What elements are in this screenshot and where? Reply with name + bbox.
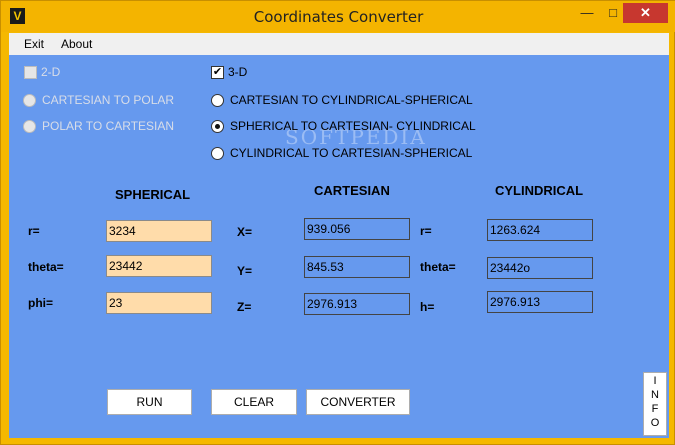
radio-label: CYLINDRICAL TO CARTESIAN-SPHERICAL xyxy=(230,146,473,160)
radio-icon xyxy=(23,119,36,133)
clear-button[interactable]: CLEAR xyxy=(211,389,297,415)
cartesian-y-output: 845.53 xyxy=(304,256,410,278)
spherical-phi-label: phi= xyxy=(28,296,54,310)
info-button[interactable]: I N F O xyxy=(643,372,667,436)
radio-spherical-to-cart-cyl[interactable]: SPHERICAL TO CARTESIAN- CYLINDRICAL xyxy=(211,119,476,133)
minimize-button[interactable]: — xyxy=(574,3,600,23)
radio-icon xyxy=(211,146,224,160)
menu-about[interactable]: About xyxy=(61,37,92,51)
spherical-theta-input[interactable] xyxy=(106,255,212,277)
cylindrical-heading: CYLINDRICAL xyxy=(495,183,584,198)
radio-label: POLAR TO CARTESIAN xyxy=(42,119,175,133)
converter-button[interactable]: CONVERTER xyxy=(306,389,410,415)
radio-cylindrical-to-cart-sph[interactable]: CYLINDRICAL TO CARTESIAN-SPHERICAL xyxy=(211,146,472,160)
spherical-r-label: r= xyxy=(28,224,40,238)
checkmark-icon: ✔ xyxy=(211,65,224,79)
checkbox-icon xyxy=(24,65,37,79)
cartesian-z-output: 2976.913 xyxy=(304,293,410,315)
radio-icon xyxy=(23,93,36,107)
three-d-checkbox[interactable]: ✔ 3-D xyxy=(211,65,247,79)
close-button[interactable]: ✕ xyxy=(623,3,668,23)
cartesian-z-label: Z= xyxy=(237,300,252,314)
menu-exit[interactable]: Exit xyxy=(24,37,44,51)
radio-cartesian-to-polar[interactable]: CARTESIAN TO POLAR xyxy=(23,93,174,107)
radio-cartesian-to-cyl-sph[interactable]: CARTESIAN TO CYLINDRICAL-SPHERICAL xyxy=(211,93,473,107)
info-letter: O xyxy=(650,417,660,429)
cartesian-heading: CARTESIAN xyxy=(314,183,390,198)
radio-label: CARTESIAN TO CYLINDRICAL-SPHERICAL xyxy=(230,93,473,107)
cartesian-x-output: 939.056 xyxy=(304,218,410,240)
two-d-label: 2-D xyxy=(41,65,61,79)
spherical-r-input[interactable] xyxy=(106,220,212,242)
three-d-label: 3-D xyxy=(228,65,248,79)
cylindrical-h-output: 2976.913 xyxy=(487,291,593,313)
spherical-phi-input[interactable] xyxy=(106,292,212,314)
cylindrical-theta-output: 23442o xyxy=(487,257,593,279)
cylindrical-theta-label: theta= xyxy=(420,260,456,274)
radio-label: CARTESIAN TO POLAR xyxy=(42,93,175,107)
menu-bar: Exit About xyxy=(9,33,669,55)
radio-polar-to-cartesian[interactable]: POLAR TO CARTESIAN xyxy=(23,119,174,133)
spherical-theta-label: theta= xyxy=(28,260,64,274)
radio-selected-icon xyxy=(211,119,224,133)
cartesian-y-label: Y= xyxy=(237,264,253,278)
info-letter: N xyxy=(651,389,659,401)
run-button[interactable]: RUN xyxy=(107,389,192,415)
cylindrical-r-label: r= xyxy=(420,224,432,238)
info-letter: I xyxy=(653,375,657,387)
two-d-checkbox[interactable]: 2-D xyxy=(24,65,60,79)
main-panel: SOFTPEDIA 2-D ✔ 3-D CARTESIAN TO POLAR P… xyxy=(9,55,669,438)
radio-label: SPHERICAL TO CARTESIAN- CYLINDRICAL xyxy=(230,119,476,133)
cylindrical-r-output: 1263.624 xyxy=(487,219,593,241)
spherical-heading: SPHERICAL xyxy=(115,187,191,202)
radio-icon xyxy=(211,93,224,107)
info-letter: F xyxy=(651,403,659,415)
app-window: V Coordinates Converter — □ ✕ Exit About… xyxy=(0,0,675,445)
cartesian-x-label: X= xyxy=(237,225,253,239)
cylindrical-h-label: h= xyxy=(420,300,435,314)
title-bar[interactable]: V Coordinates Converter — □ ✕ xyxy=(1,1,675,32)
